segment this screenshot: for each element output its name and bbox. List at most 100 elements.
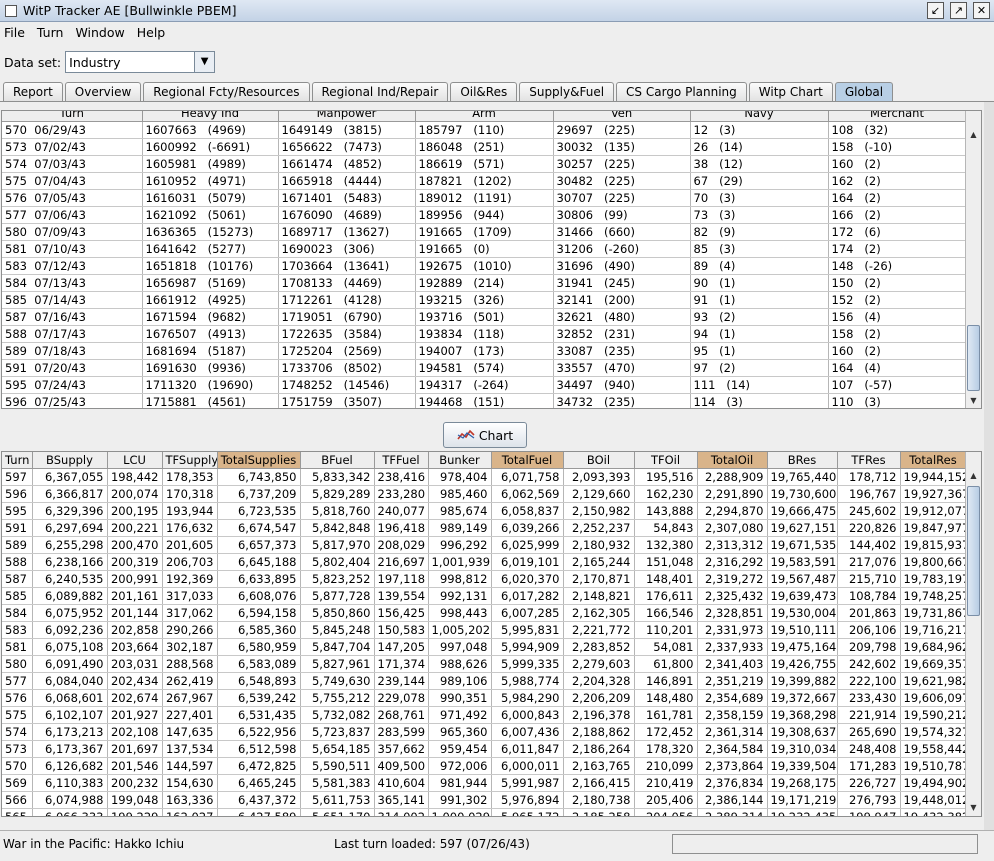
table-row[interactable]: 595 07/24/43 1711320 (19690) 1748252 (1454… xyxy=(2,376,967,394)
column-header[interactable]: TFSupply xyxy=(162,452,218,469)
table-row[interactable]: 581 07/10/43 1641642 (5277) 1690023 (306) 1… xyxy=(2,240,967,258)
tab-regional-fcty-resources[interactable]: Regional Fcty/Resources xyxy=(143,82,310,101)
table-cell: 192675 (1010) xyxy=(415,257,554,275)
column-header[interactable]: BFuel xyxy=(300,452,375,469)
table-cell: 146,891 xyxy=(634,672,698,690)
column-header[interactable]: BSupply xyxy=(32,452,108,469)
column-header[interactable]: TFFuel xyxy=(374,452,429,469)
column-header[interactable]: Arm xyxy=(415,111,554,122)
table-row[interactable]: 580 07/09/43 1636365 (15273) 1689717 (1362… xyxy=(2,223,967,241)
column-header[interactable]: LCU xyxy=(107,452,163,469)
column-header[interactable]: Heavy Ind xyxy=(142,111,279,122)
table-row[interactable]: 584 07/13/43 1656987 (5169) 1708133 (4469)… xyxy=(2,274,967,292)
column-header[interactable]: TotalSupplies xyxy=(217,452,301,469)
column-header[interactable]: Turn xyxy=(2,452,33,469)
table-row[interactable]: 591 07/20/43 1691630 (9936) 1733706 (8502)… xyxy=(2,359,967,377)
menu-help[interactable]: Help xyxy=(137,25,166,40)
table-row[interactable]: 569 6,110,383 200,232 154,630 6,465,245 5,581… xyxy=(2,774,967,792)
scroll-down-icon[interactable]: ▼ xyxy=(966,800,981,815)
table-cell: 233,430 xyxy=(837,689,901,707)
table-row[interactable]: 580 6,091,490 203,031 288,568 6,583,089 5,827… xyxy=(2,655,967,673)
table-cell: 1656987 (5169) xyxy=(142,274,279,292)
top-scrollbar[interactable]: ▲ ▼ xyxy=(965,111,981,408)
minimize-icon[interactable]: ↙ xyxy=(927,2,944,19)
table-cell: 1607663 (4969) xyxy=(142,121,279,139)
table-row[interactable]: 597 6,367,055 198,442 178,353 6,743,850 5,833… xyxy=(2,468,967,486)
table-row[interactable]: 588 6,238,166 200,319 206,703 6,645,188 5,802… xyxy=(2,553,967,571)
close-icon[interactable]: ✕ xyxy=(973,2,990,19)
table-row[interactable]: 565 6,066,333 199,229 162,027 6,427,589 5,651… xyxy=(2,808,967,816)
chart-button[interactable]: Chart xyxy=(443,422,527,448)
table-row[interactable]: 589 6,255,298 200,470 201,605 6,657,373 5,817… xyxy=(2,536,967,554)
scroll-up-icon[interactable]: ▲ xyxy=(966,127,981,142)
table-row[interactable]: 585 6,089,882 201,161 317,033 6,608,076 5,877… xyxy=(2,587,967,605)
column-header[interactable]: BOil xyxy=(563,452,635,469)
table-row[interactable]: 576 07/05/43 1616031 (5079) 1671401 (5483)… xyxy=(2,189,967,207)
table-row[interactable]: 591 6,297,694 200,221 176,632 6,674,547 5,842… xyxy=(2,519,967,537)
column-header[interactable]: BRes xyxy=(767,452,838,469)
tab-cs-cargo-planning[interactable]: CS Cargo Planning xyxy=(616,82,747,101)
table-row[interactable]: 577 6,084,040 202,434 262,419 6,548,893 5,749… xyxy=(2,672,967,690)
tab-report[interactable]: Report xyxy=(3,82,63,101)
table-cell: 2,206,209 xyxy=(563,689,635,707)
menu-file[interactable]: File xyxy=(4,25,25,40)
table-row[interactable]: 587 07/16/43 1671594 (9682) 1719051 (6790)… xyxy=(2,308,967,326)
column-header[interactable]: Navy xyxy=(690,111,829,122)
table-row[interactable]: 581 6,075,108 203,664 302,187 6,580,959 5,847… xyxy=(2,638,967,656)
scroll-down-icon[interactable]: ▼ xyxy=(966,393,981,408)
table-row[interactable]: 574 6,173,213 202,108 147,635 6,522,956 5,723… xyxy=(2,723,967,741)
table-cell: 5,845,248 xyxy=(300,621,375,639)
column-header[interactable]: Manpower xyxy=(278,111,416,122)
column-header[interactable]: TotalOil xyxy=(697,452,768,469)
column-header[interactable]: TotalFuel xyxy=(491,452,564,469)
table-row[interactable]: 583 07/12/43 1651818 (10176) 1703664 (1364… xyxy=(2,257,967,275)
column-header[interactable]: Merchant xyxy=(828,111,967,122)
table-row[interactable]: 589 07/18/43 1681694 (5187) 1725204 (2569)… xyxy=(2,342,967,360)
table-row[interactable]: 577 07/06/43 1621092 (5061) 1676090 (4689)… xyxy=(2,206,967,224)
table-cell: 965,360 xyxy=(428,723,492,741)
table-row[interactable]: 574 07/03/43 1605981 (4989) 1661474 (4852)… xyxy=(2,155,967,173)
tab-witp-chart[interactable]: Witp Chart xyxy=(748,82,833,101)
dataset-select[interactable]: Industry ▼ xyxy=(65,51,216,73)
table-row[interactable]: 596 07/25/43 1715881 (4561) 1751759 (3507)… xyxy=(2,393,967,408)
table-cell: 19,574,327 xyxy=(900,723,967,741)
column-header[interactable]: Turn xyxy=(2,111,143,122)
tab-supply-fuel[interactable]: Supply&Fuel xyxy=(519,82,615,101)
table-row[interactable]: 596 6,366,817 200,074 170,318 6,737,209 5,829… xyxy=(2,485,967,503)
column-header[interactable]: TFOil xyxy=(634,452,698,469)
table-row[interactable]: 583 6,092,236 202,858 290,266 6,585,360 5,845… xyxy=(2,621,967,639)
table-row[interactable]: 570 06/29/43 1607663 (4969) 1649149 (3815)… xyxy=(2,121,967,139)
tab-overview[interactable]: Overview xyxy=(64,82,142,101)
chevron-down-icon[interactable]: ▼ xyxy=(194,52,215,72)
menu-window[interactable]: Window xyxy=(75,25,124,40)
column-header[interactable]: TFRes xyxy=(837,452,901,469)
table-row[interactable]: 584 6,075,952 201,144 317,062 6,594,158 5,850… xyxy=(2,604,967,622)
scroll-thumb[interactable] xyxy=(967,486,980,616)
table-cell: 6,633,895 xyxy=(217,570,301,588)
scroll-thumb[interactable] xyxy=(967,325,980,391)
column-header[interactable]: Bunker xyxy=(428,452,492,469)
table-row[interactable]: 595 6,329,396 200,195 193,944 6,723,535 5,818… xyxy=(2,502,967,520)
table-row[interactable]: 573 07/02/43 1600992 (-6691) 1656622 (7473… xyxy=(2,138,967,156)
table-row[interactable]: 588 07/17/43 1676507 (4913) 1722635 (3584)… xyxy=(2,325,967,343)
table-cell: 82 (9) xyxy=(690,223,829,241)
table-row[interactable]: 585 07/14/43 1661912 (4925) 1712261 (4128)… xyxy=(2,291,967,309)
table-row[interactable]: 573 6,173,367 201,697 137,534 6,512,598 5,654… xyxy=(2,740,967,758)
window-title: WitP Tracker AE [Bullwinkle PBEM] xyxy=(23,3,237,18)
table-row[interactable]: 575 07/04/43 1610952 (4971) 1665918 (4444)… xyxy=(2,172,967,190)
tab-regional-ind-repair[interactable]: Regional Ind/Repair xyxy=(311,82,449,101)
scroll-up-icon[interactable]: ▲ xyxy=(966,468,981,483)
column-header[interactable]: Veh xyxy=(553,111,691,122)
column-header[interactable]: TotalRes xyxy=(900,452,967,469)
table-cell: 19,567,487 xyxy=(767,570,838,588)
table-row[interactable]: 570 6,126,682 201,546 144,597 6,472,825 5,590… xyxy=(2,757,967,775)
tab-oil-res[interactable]: Oil&Res xyxy=(450,82,518,101)
tab-global[interactable]: Global xyxy=(834,82,894,101)
table-row[interactable]: 587 6,240,535 200,991 192,369 6,633,895 5,823… xyxy=(2,570,967,588)
menu-turn[interactable]: Turn xyxy=(37,25,64,40)
table-row[interactable]: 566 6,074,988 199,048 163,336 6,437,372 5,611… xyxy=(2,791,967,809)
bottom-scrollbar[interactable]: ▲ ▼ xyxy=(965,452,981,816)
table-row[interactable]: 575 6,102,107 201,927 227,401 6,531,435 5,732… xyxy=(2,706,967,724)
table-row[interactable]: 576 6,068,601 202,674 267,967 6,539,242 5,755… xyxy=(2,689,967,707)
maximize-icon[interactable]: ↗ xyxy=(950,2,967,19)
